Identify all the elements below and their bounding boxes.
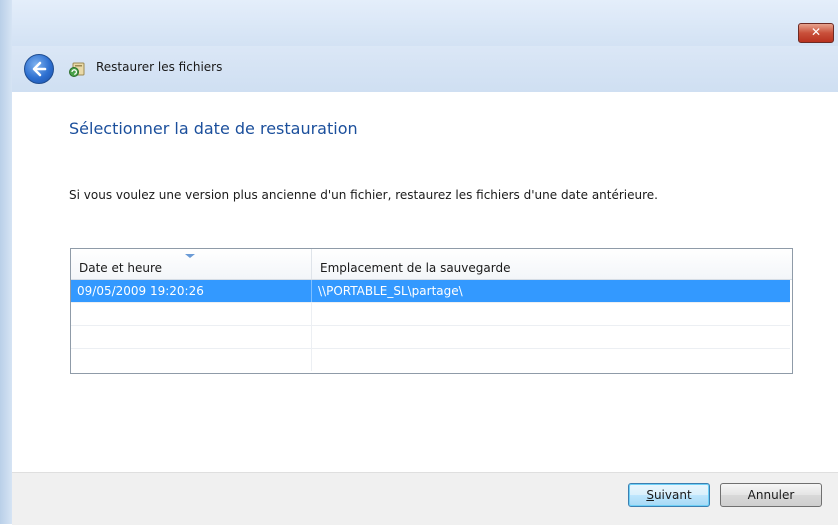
sort-arrow-icon	[185, 254, 195, 258]
table-header: Date et heure Emplacement de la sauvegar…	[71, 249, 792, 280]
empty-row	[71, 326, 790, 349]
close-button[interactable]: ✕	[798, 23, 834, 43]
row-location: \\PORTABLE_SL\partage\	[318, 284, 463, 298]
cancel-button[interactable]: Annuler	[720, 483, 822, 507]
next-button[interactable]: Suivant	[628, 483, 710, 507]
main-content: Sélectionner la date de restauration Si …	[12, 92, 838, 472]
column-header-location[interactable]: Emplacement de la sauvegarde	[312, 249, 792, 279]
navigation-bar: Restaurer les fichiers	[12, 46, 838, 92]
backup-list: Date et heure Emplacement de la sauvegar…	[70, 248, 793, 374]
table-row[interactable]: 09/05/2009 19:20:26 \\PORTABLE_SL\partag…	[71, 280, 790, 303]
row-date: 09/05/2009 19:20:26	[71, 280, 312, 302]
restore-files-icon	[69, 62, 85, 77]
empty-row	[71, 303, 790, 326]
empty-row	[71, 349, 790, 371]
column-header-date[interactable]: Date et heure	[71, 249, 312, 279]
window-title: Restaurer les fichiers	[96, 60, 223, 74]
page-heading: Sélectionner la date de restauration	[69, 119, 358, 138]
restore-dialog-window: ✕ Restaurer les fichiers Sélectionner la…	[0, 0, 838, 525]
dialog-footer: Suivant Annuler	[12, 472, 838, 525]
close-icon: ✕	[810, 25, 822, 39]
title-bar: ✕	[12, 0, 838, 46]
back-button[interactable]	[24, 54, 54, 84]
back-arrow-icon	[32, 61, 47, 77]
page-description: Si vous voulez une version plus ancienne…	[69, 188, 658, 202]
